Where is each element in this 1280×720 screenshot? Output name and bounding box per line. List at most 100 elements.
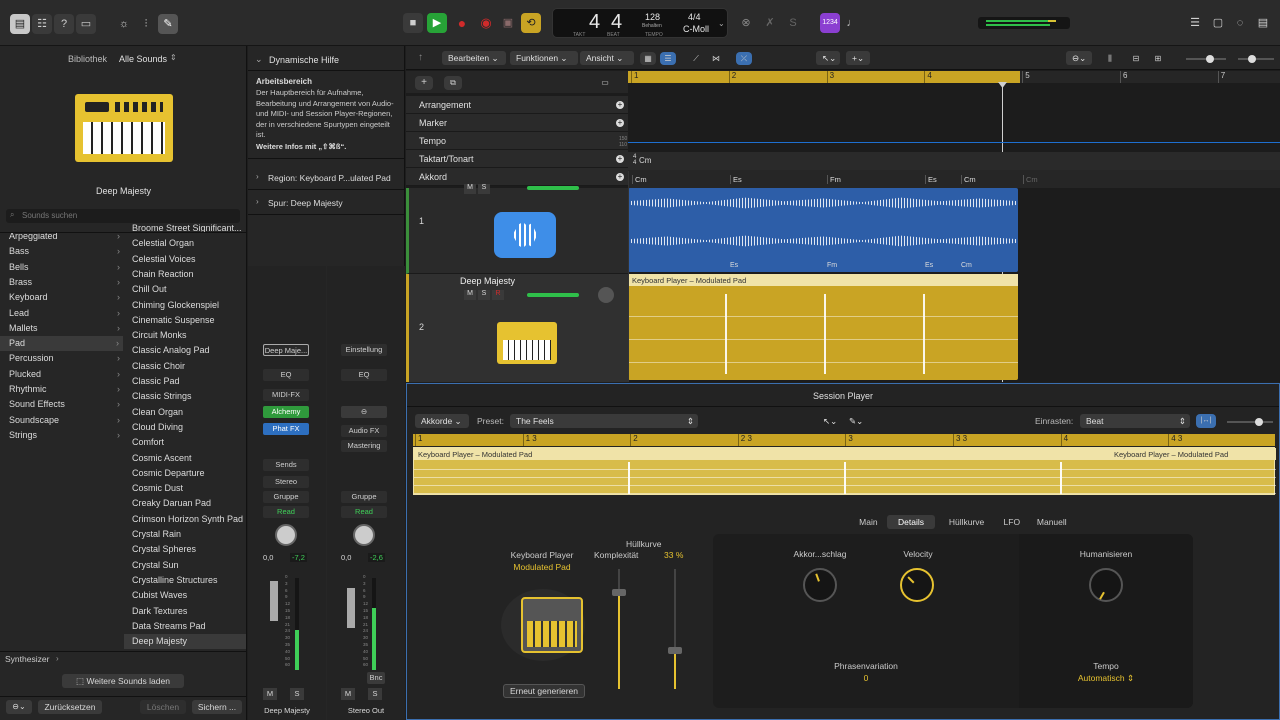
add-icon[interactable]: + (616, 155, 624, 163)
sp-ruler-mark[interactable]: 1 (415, 434, 422, 446)
duplicate-track-icon[interactable]: ⧉ (444, 76, 462, 90)
ruler-bar-number[interactable]: 7 (1217, 71, 1225, 83)
library-sound[interactable]: Chain Reaction (132, 267, 247, 282)
global-track-2[interactable]: Tempo (406, 132, 628, 150)
add-icon[interactable]: + (616, 173, 624, 181)
add-icon[interactable]: + (616, 119, 624, 127)
track-inspector-label[interactable]: Spur: Deep Majesty (268, 198, 343, 208)
library-sound[interactable]: Crystal Sun (132, 558, 247, 573)
library-category[interactable]: Sound Effects › (9, 397, 124, 412)
chord-label[interactable]: Cm (961, 175, 976, 184)
ruler-bar-number[interactable]: 4 (924, 71, 932, 83)
library-sound[interactable]: Classic Pad (132, 374, 247, 389)
region-inspector-label[interactable]: Region: Keyboard P...ulated Pad (268, 173, 391, 183)
library-category[interactable]: Bass › (9, 244, 124, 259)
save-button[interactable]: Sichern ... (192, 700, 242, 714)
cycle-range[interactable] (628, 71, 1020, 83)
functions-menu[interactable]: Funktionen ⌄ (510, 51, 578, 65)
more-sounds-button[interactable]: ⬚ Weitere Sounds laden (62, 674, 184, 688)
horizontal-zoom-slider[interactable] (1238, 55, 1274, 63)
inspector-toggle-icon[interactable]: ☷ (32, 14, 52, 34)
envelope-fader[interactable] (668, 569, 682, 689)
output-slot[interactable]: Stereo (263, 476, 309, 488)
grid-view-icon[interactable]: ▦ (640, 52, 656, 65)
track-header-1[interactable]: 1 M S (406, 184, 628, 274)
link-icon[interactable]: ⊖ (341, 406, 387, 418)
chord-label[interactable]: Es (730, 175, 742, 184)
preset-menu[interactable]: The Feels ⇕ (510, 414, 698, 428)
eq-slot[interactable]: EQ (341, 369, 387, 381)
library-category[interactable]: Strings › (9, 428, 124, 443)
sp-ruler[interactable]: 1 1 3 2 2 3 3 3 3 4 4 3 (413, 434, 1275, 446)
library-category[interactable]: Mallets › (9, 321, 124, 336)
regenerate-button[interactable]: Erneut generieren (503, 684, 585, 698)
view-menu[interactable]: Ansicht ⌄ (580, 51, 634, 65)
list-editors-icon[interactable]: ☰ (1185, 13, 1205, 33)
mastering-slot[interactable]: Mastering (341, 440, 387, 452)
volume-fader[interactable] (270, 581, 278, 621)
tuner-icon[interactable]: ⊗ (736, 13, 756, 33)
chord-lane[interactable]: Cm Es Fm Es Cm Cm (628, 170, 1280, 188)
library-category[interactable]: Plucked › (9, 367, 124, 382)
mode-menu[interactable]: Akkorde ⌄ (415, 414, 469, 428)
chord-label[interactable]: Fm (827, 175, 841, 184)
tab-main[interactable]: Main (852, 515, 885, 529)
audio-region[interactable]: Es Fm Es Cm (628, 188, 1018, 272)
mute-button[interactable]: M (464, 290, 476, 300)
sp-ruler-mark[interactable]: 1 3 (522, 434, 537, 446)
library-path[interactable]: Synthesizer (5, 654, 49, 664)
library-sound[interactable]: Crystal Rain (132, 527, 247, 542)
chevron-down-icon[interactable]: ⌄ (255, 54, 263, 65)
library-category[interactable]: Percussion › (9, 351, 124, 366)
sp-ruler-mark[interactable]: 2 (630, 434, 638, 446)
metronome-icon[interactable]: S (783, 13, 803, 33)
sends-slot[interactable]: Sends (263, 459, 309, 471)
library-sound[interactable]: Cosmic Departure (132, 466, 247, 481)
chord-label[interactable]: Es (925, 175, 937, 184)
click-icon[interactable]: ♩ (842, 13, 862, 33)
lcd-display[interactable]: 4 4 TAKT BEAT 128 Behalten TEMPO 4/4 C-M… (552, 8, 728, 38)
library-sound[interactable]: Cubist Waves (132, 588, 247, 603)
delete-button[interactable]: Löschen (140, 700, 186, 714)
capture-record-button[interactable]: ◉ (476, 13, 496, 33)
sp-ruler-mark[interactable]: 2 3 (737, 434, 752, 446)
sp-region[interactable]: Keyboard Player – Modulated Pad Keyboard… (413, 447, 1276, 495)
library-sound[interactable]: Cloud Diving (132, 420, 247, 435)
audio-fx-slot[interactable]: Phat FX (263, 423, 309, 435)
mute-tool[interactable]: ⊖⌄ (1066, 51, 1092, 65)
phrase-value[interactable]: 0 (816, 673, 916, 683)
back-arrow-icon[interactable]: ↑ (418, 52, 423, 63)
record-enable-button[interactable]: R (492, 290, 504, 300)
library-sound[interactable]: Cosmic Ascent (132, 451, 247, 466)
library-category[interactable]: Brass › (9, 275, 124, 290)
ruler-bar-number[interactable]: 2 (728, 71, 736, 83)
library-category[interactable]: Bells › (9, 260, 124, 275)
chord-label[interactable]: Cm (632, 175, 647, 184)
ruler-bar-number[interactable]: 1 (631, 71, 638, 83)
track-header-2[interactable]: 2 Deep Majesty M S R (406, 274, 628, 382)
smart-controls-icon[interactable]: ☼ (114, 14, 134, 34)
library-sound[interactable]: Clean Organ (132, 405, 247, 420)
playhead-handle[interactable] (998, 82, 1007, 88)
secondary-tool[interactable]: +⌄ (846, 51, 870, 65)
library-category[interactable]: Keyboard › (9, 290, 124, 305)
track-volume-slider[interactable] (527, 186, 579, 190)
complexity-fader[interactable] (612, 569, 626, 689)
solo-button[interactable]: S (478, 184, 490, 194)
replace-button[interactable]: ▣ (498, 13, 518, 33)
solo-button[interactable]: S (478, 290, 490, 300)
library-sound[interactable]: Crimson Horizon Synth Pad (132, 512, 247, 527)
automation-icon[interactable]: ⟋ (688, 52, 704, 65)
library-sound[interactable]: Crystalline Structures (132, 573, 247, 588)
flex-icon[interactable]: ⋈ (708, 52, 724, 65)
chevron-right-icon[interactable]: › (256, 197, 259, 206)
play-button[interactable]: ▶ (427, 13, 447, 33)
library-sound[interactable]: Crystal Spheres (132, 542, 247, 557)
library-sound[interactable]: Cinematic Suspense (132, 313, 247, 328)
reset-button[interactable]: Zurücksetzen (38, 700, 102, 714)
solo-mode-icon[interactable]: ✗ (760, 13, 780, 33)
waveform-zoom-icon[interactable]: ⫼ (1102, 52, 1118, 65)
mixer-icon[interactable]: ⫶ (136, 14, 156, 34)
tab-details[interactable]: Details (886, 515, 936, 529)
library-sound[interactable]: Comfort (132, 435, 247, 450)
